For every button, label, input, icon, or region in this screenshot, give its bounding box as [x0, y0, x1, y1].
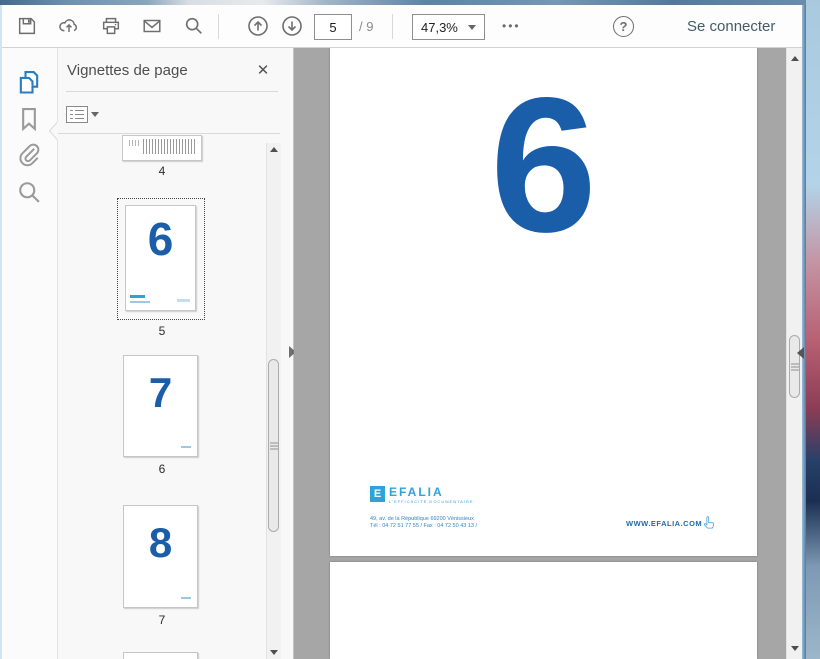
save-button[interactable] — [12, 5, 42, 47]
scroll-up-arrow[interactable] — [267, 147, 281, 152]
next-page-button[interactable] — [277, 5, 307, 47]
document-page-next — [330, 562, 757, 659]
scroll-up-arrow[interactable] — [787, 56, 802, 61]
hand-pointer-cursor — [702, 516, 715, 536]
zoom-level-dropdown[interactable]: 47,3% — [412, 14, 485, 40]
website-link[interactable]: WWW.EFALIA.COM — [626, 519, 702, 528]
scroll-down-arrow[interactable] — [267, 650, 281, 655]
envelope-icon — [140, 15, 164, 37]
scrollbar-grip — [270, 442, 278, 449]
thumbnail-label: 5 — [122, 324, 202, 338]
thumbnail-footer-mark — [181, 446, 191, 448]
thumbnail-content — [129, 140, 141, 146]
thumbnail-page-partial[interactable] — [123, 652, 198, 659]
address-block: 49, av. de la République 69200 Vénissieu… — [370, 516, 477, 530]
printer-icon — [100, 15, 122, 37]
page-down-icon — [280, 14, 304, 38]
share-button[interactable] — [54, 5, 84, 47]
sidebar-item-page-thumbnails[interactable] — [15, 68, 43, 96]
thumbnail-page-4[interactable] — [122, 135, 202, 161]
scrollbar-thumb[interactable] — [789, 335, 800, 398]
page-big-number: 6 — [330, 70, 757, 260]
toolbar-separator — [218, 14, 219, 39]
page-total-label: / 9 — [359, 5, 373, 48]
panel-notch — [50, 122, 58, 140]
thumbnail-page-number: 8 — [124, 520, 197, 566]
desktop-edge-right — [806, 0, 820, 659]
page-up-icon — [246, 14, 270, 38]
document-view-area[interactable]: 6 E EFALIA L'EFFICACITÉ DOCUMENTAIRE 49,… — [294, 48, 802, 659]
more-options-button[interactable]: ••• — [502, 5, 521, 47]
thumbnail-label: 6 — [122, 462, 202, 476]
list-options-icon — [66, 106, 88, 123]
panel-divider — [66, 91, 278, 92]
sidebar-item-attachments[interactable] — [15, 140, 43, 168]
close-icon: ✕ — [257, 61, 270, 79]
search-icon — [183, 15, 205, 37]
address-line-2: Tél : 04 72 51 77 55 / Fax : 04 72 50 43… — [370, 523, 477, 530]
window-border-right — [802, 5, 806, 659]
search-button[interactable] — [179, 5, 209, 47]
address-line-1: 49, av. de la République 69200 Vénissieu… — [370, 516, 477, 523]
thumbnail-logo-mark — [130, 295, 145, 298]
scroll-down-arrow[interactable] — [787, 646, 802, 651]
save-icon — [16, 15, 38, 37]
page-thumbnails-icon — [15, 83, 43, 100]
cloud-upload-icon — [57, 15, 81, 37]
tools-pane-splitter-handle[interactable] — [797, 347, 804, 359]
scrollbar-thumb[interactable] — [268, 359, 279, 532]
toolbar-separator — [392, 14, 393, 39]
efalia-logo-tagline: L'EFFICACITÉ DOCUMENTAIRE — [389, 499, 474, 504]
panel-title: Vignettes de page — [67, 62, 188, 79]
page-number-input[interactable] — [314, 14, 352, 40]
chevron-down-icon — [91, 112, 99, 117]
sign-in-button[interactable]: Se connecter — [687, 5, 775, 47]
bookmark-icon — [15, 120, 43, 137]
print-button[interactable] — [96, 5, 126, 47]
thumbnail-label: 7 — [122, 613, 202, 627]
paperclip-icon — [15, 155, 43, 172]
document-page: 6 E EFALIA L'EFFICACITÉ DOCUMENTAIRE 49,… — [330, 48, 757, 556]
thumbnail-footer-mark — [181, 597, 191, 599]
help-button[interactable]: ? — [613, 16, 634, 37]
thumbnail-page-7[interactable]: 8 — [123, 505, 198, 608]
help-icon: ? — [620, 19, 628, 34]
sidebar-item-bookmarks[interactable] — [15, 105, 43, 133]
zoom-level-value: 47,3% — [421, 20, 458, 35]
thumbnail-label: 4 — [122, 164, 202, 178]
thumbnail-footer-mark — [177, 299, 190, 302]
thumbnail-page-5[interactable]: 6 — [125, 205, 196, 311]
navigation-icon-strip — [2, 48, 58, 659]
email-button[interactable] — [137, 5, 167, 47]
thumbnail-page-number: 7 — [124, 370, 197, 416]
scrollbar-grip — [791, 363, 799, 370]
thumbnail-options-button[interactable] — [66, 104, 100, 124]
thumbnail-panel-scrollbar[interactable] — [266, 143, 281, 659]
efalia-logo-icon: E — [370, 486, 385, 502]
main-toolbar: / 9 47,3% ••• ? Se connecter — [2, 5, 802, 48]
panel-divider — [58, 133, 280, 134]
thumbnail-logo-mark — [130, 301, 150, 303]
search-icon — [15, 193, 43, 210]
chevron-down-icon — [468, 25, 476, 30]
thumbnail-content — [143, 139, 196, 154]
pdf-viewer-window: / 9 47,3% ••• ? Se connecter — [0, 0, 820, 659]
efalia-logo-name: EFALIA — [389, 486, 474, 498]
previous-page-button[interactable] — [243, 5, 273, 47]
thumbnail-page-number: 6 — [126, 214, 195, 264]
sidebar-item-search[interactable] — [15, 178, 43, 206]
close-panel-button[interactable]: ✕ — [252, 59, 274, 81]
thumbnail-page-6[interactable]: 7 — [123, 355, 198, 457]
page-thumbnails-panel: Vignettes de page ✕ 4 6 5 — [58, 48, 294, 659]
efalia-logo: E EFALIA L'EFFICACITÉ DOCUMENTAIRE — [370, 486, 474, 504]
